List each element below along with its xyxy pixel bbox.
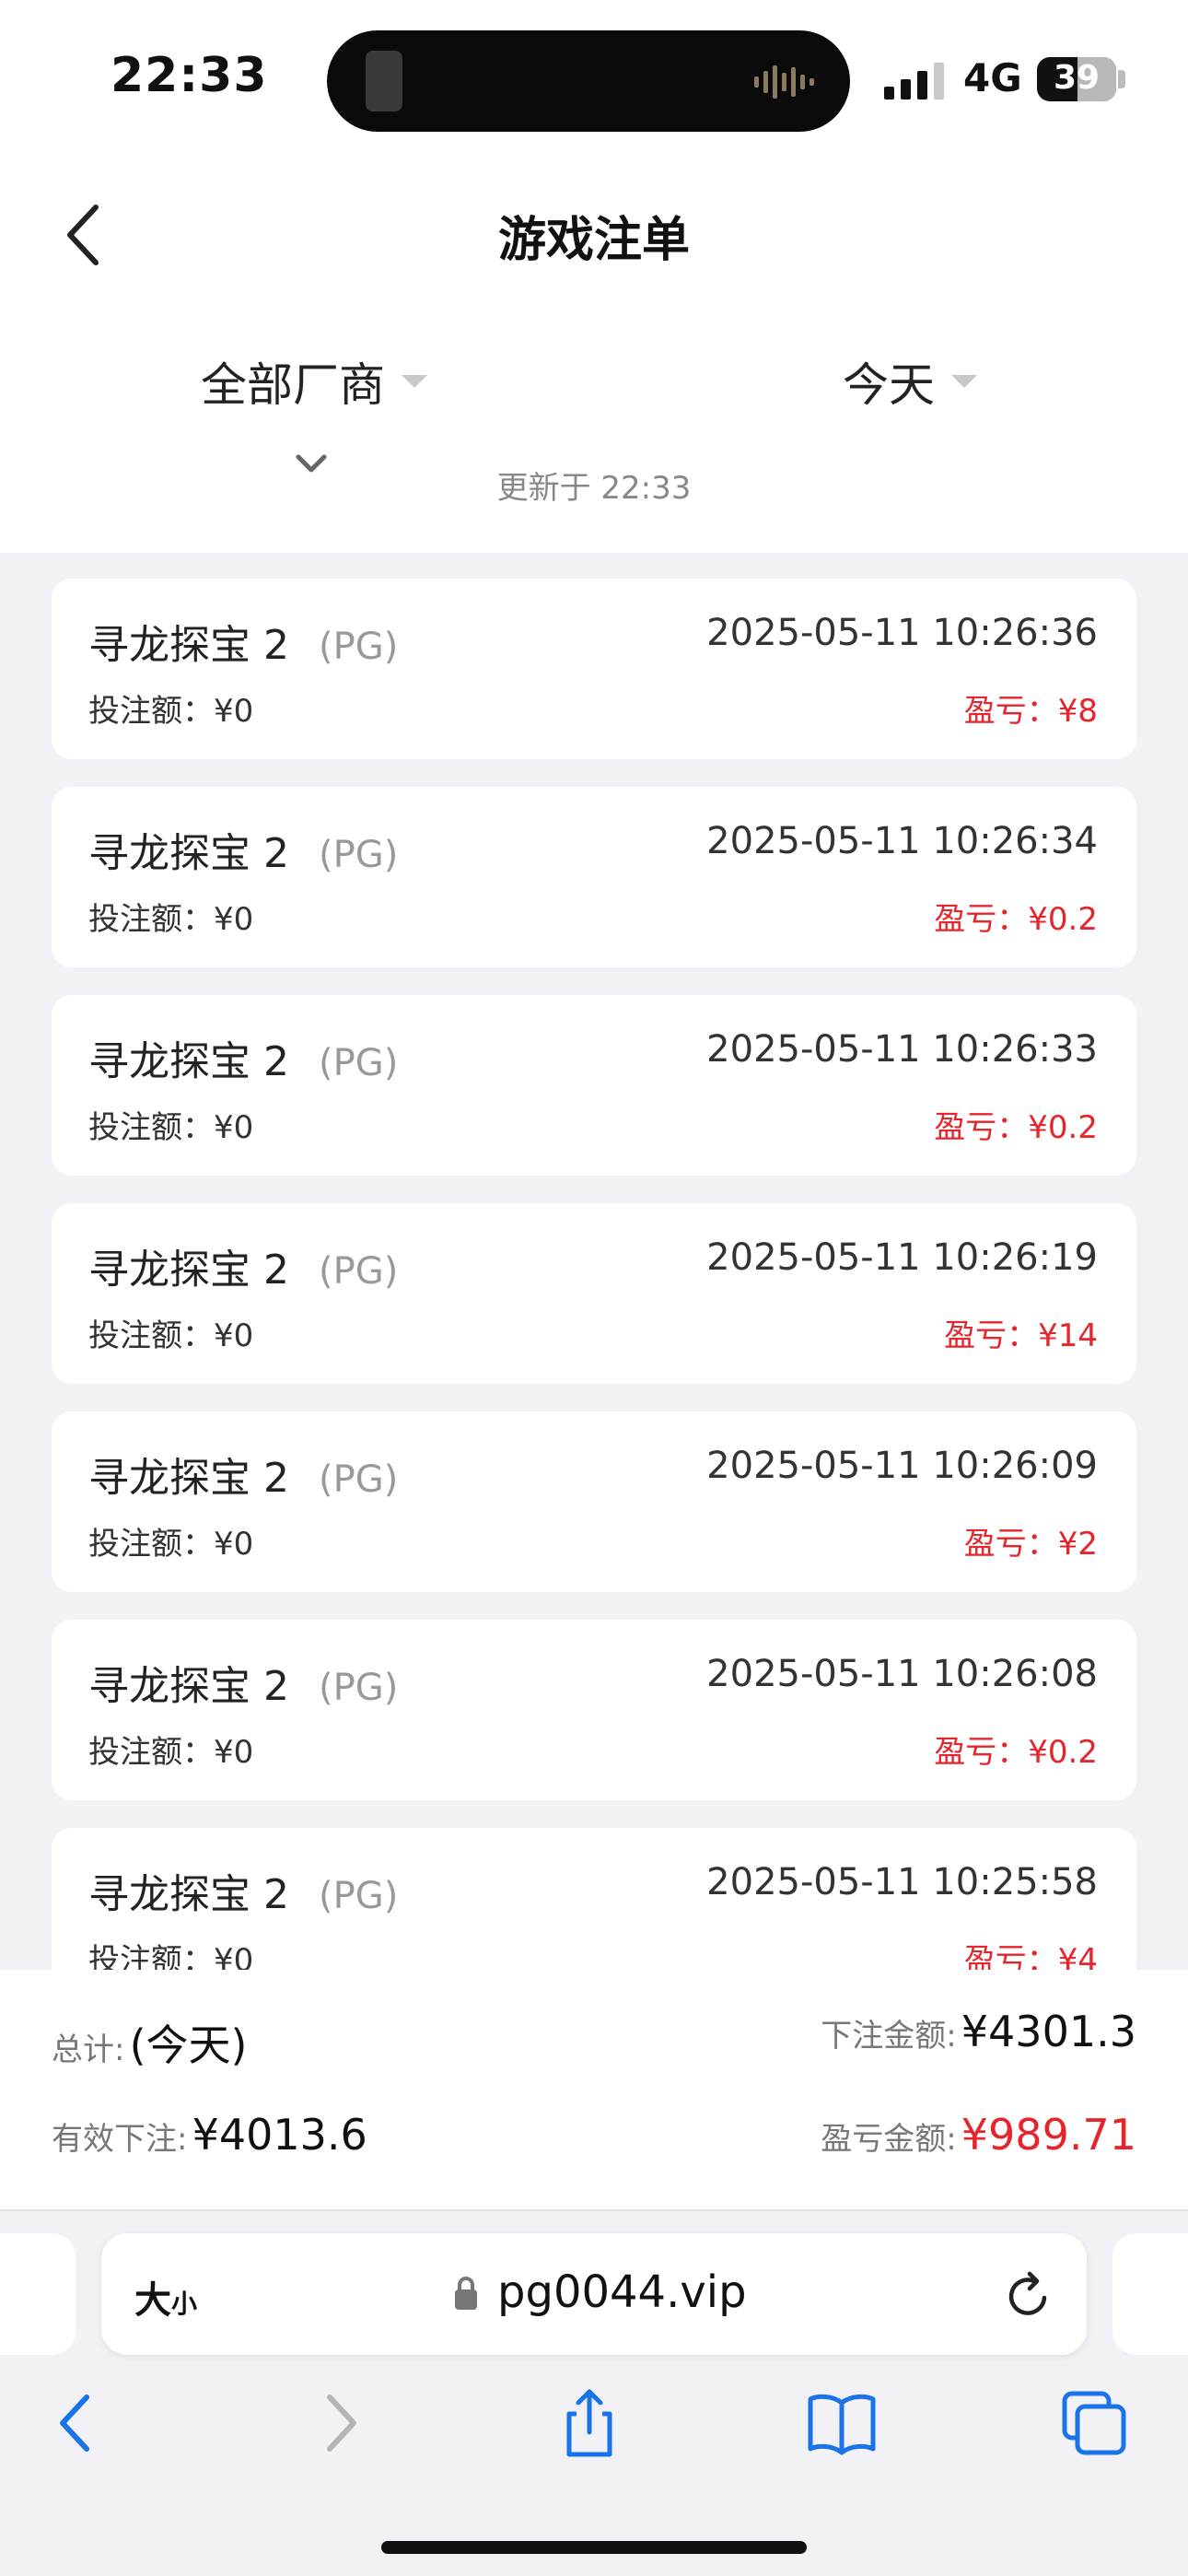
bet-amount: 投注额：¥0 — [88, 1942, 254, 1970]
bet-card[interactable]: 寻龙探宝 2 (PG) 2025-05-11 10:26:19 投注额：¥0 盈亏… — [52, 1203, 1136, 1384]
audio-wave-icon — [754, 65, 814, 99]
bet-card[interactable]: 寻龙探宝 2 (PG) 2025-05-11 10:26:33 投注额：¥0 盈亏… — [52, 995, 1136, 1176]
tabs-icon[interactable] — [1057, 2386, 1131, 2460]
bet-card[interactable]: 寻龙探宝 2 (PG) 2025-05-11 10:26:08 投注额：¥0 盈亏… — [52, 1620, 1136, 1800]
bet-profit-loss: 盈亏：¥0.2 — [934, 901, 1098, 938]
game-vendor: (PG) — [318, 626, 399, 668]
bet-amount: 投注额：¥0 — [88, 1734, 254, 1771]
game-name-wrap: 寻龙探宝 2 (PG) — [88, 1861, 398, 1920]
game-name: 寻龙探宝 2 — [88, 622, 289, 669]
page-title: 游戏注单 — [497, 213, 690, 268]
previous-tab-preview[interactable] — [0, 2233, 76, 2355]
game-name: 寻龙探宝 2 — [88, 1247, 289, 1294]
status-time: 22:33 — [111, 48, 268, 103]
bet-card[interactable]: 寻龙探宝 2 (PG) 2025-05-11 10:25:58 投注额：¥0 盈亏… — [52, 1828, 1136, 1970]
bet-time: 2025-05-11 10:25:58 — [706, 1861, 1098, 1903]
lock-icon — [455, 2277, 477, 2310]
cellular-signal-icon — [884, 63, 944, 100]
summary-panel: 总计: (今天) 下注金额: ¥4301.3 有效下注: ¥4013.6 盈亏金… — [0, 1970, 1188, 2211]
bookmarks-icon[interactable] — [805, 2386, 879, 2460]
summary-valid-bet: 有效下注: ¥4013.6 — [52, 2110, 367, 2160]
summary-total-label: 总计: — [52, 2032, 125, 2068]
bet-amount: 投注额：¥0 — [88, 901, 254, 938]
game-name-wrap: 寻龙探宝 2 (PG) — [88, 1028, 398, 1087]
bet-profit-loss: 盈亏：¥2 — [963, 1526, 1098, 1563]
summary-valid-value: ¥4013.6 — [192, 2110, 367, 2160]
bet-amount: 投注额：¥0 — [88, 1109, 254, 1146]
summary-bet-label: 下注金额: — [821, 2018, 957, 2055]
bet-profit-loss: 盈亏：¥14 — [944, 1317, 1098, 1354]
bet-list[interactable]: 寻龙探宝 2 (PG) 2025-05-11 10:26:36 投注额：¥0 盈亏… — [0, 553, 1188, 1970]
battery-tip — [1118, 70, 1125, 88]
game-name-wrap: 寻龙探宝 2 (PG) — [88, 1445, 398, 1504]
summary-profit-loss: 盈亏金额: ¥989.71 — [821, 2110, 1136, 2160]
vendor-filter-dropdown[interactable]: 全部厂商 — [201, 348, 427, 415]
bet-time: 2025-05-11 10:26:09 — [706, 1445, 1098, 1487]
game-vendor: (PG) — [318, 1250, 399, 1293]
reload-icon[interactable] — [1004, 2268, 1054, 2322]
bet-time: 2025-05-11 10:26:36 — [706, 612, 1098, 654]
address-bar[interactable]: 大小 pg0044.vip — [101, 2233, 1087, 2355]
bet-profit-loss: 盈亏：¥0.2 — [934, 1734, 1098, 1771]
game-name: 寻龙探宝 2 — [88, 1871, 289, 1918]
vendor-filter-label: 全部厂商 — [201, 358, 385, 412]
next-tab-preview[interactable] — [1112, 2233, 1188, 2355]
game-name: 寻龙探宝 2 — [88, 830, 289, 877]
game-name-wrap: 寻龙探宝 2 (PG) — [88, 612, 398, 671]
summary-bet-amount: 下注金额: ¥4301.3 — [821, 2007, 1136, 2056]
game-name: 寻龙探宝 2 — [88, 1038, 289, 1085]
caret-down-icon — [951, 375, 977, 388]
bet-time: 2025-05-11 10:26:34 — [706, 820, 1098, 862]
summary-pnl-label: 盈亏金额: — [821, 2121, 957, 2158]
game-vendor: (PG) — [318, 1042, 399, 1084]
bet-amount: 投注额：¥0 — [88, 693, 254, 730]
summary-bet-value: ¥4301.3 — [961, 2007, 1136, 2056]
battery-icon: 39 — [1037, 57, 1116, 101]
share-icon[interactable] — [553, 2386, 626, 2460]
summary-pnl-value: ¥989.71 — [961, 2110, 1136, 2160]
text-size-small: 小 — [171, 2289, 198, 2319]
home-indicator[interactable] — [381, 2541, 807, 2554]
caret-down-icon — [402, 375, 427, 388]
game-name: 寻龙探宝 2 — [88, 1455, 289, 1502]
bet-card[interactable]: 寻龙探宝 2 (PG) 2025-05-11 10:26:09 投注额：¥0 盈亏… — [52, 1411, 1136, 1592]
bet-card[interactable]: 寻龙探宝 2 (PG) 2025-05-11 10:26:34 投注额：¥0 盈亏… — [52, 787, 1136, 967]
live-activity-thumbnail — [366, 51, 402, 111]
updated-time: 更新于 22:33 — [496, 470, 692, 507]
bet-card[interactable]: 寻龙探宝 2 (PG) 2025-05-11 10:26:36 投注额：¥0 盈亏… — [52, 579, 1136, 759]
game-name: 寻龙探宝 2 — [88, 1663, 289, 1710]
bet-time: 2025-05-11 10:26:08 — [706, 1653, 1098, 1695]
game-vendor: (PG) — [318, 834, 399, 876]
network-type: 4G — [963, 55, 1022, 100]
bet-profit-loss: 盈亏：¥8 — [963, 693, 1098, 730]
bet-time: 2025-05-11 10:26:19 — [706, 1236, 1098, 1279]
date-filter-label: 今天 — [843, 358, 935, 412]
bet-profit-loss: 盈亏：¥4 — [963, 1942, 1098, 1970]
summary-total: 总计: (今天) — [52, 2012, 247, 2073]
game-vendor: (PG) — [318, 1667, 399, 1709]
bet-time: 2025-05-11 10:26:33 — [706, 1028, 1098, 1071]
bet-profit-loss: 盈亏：¥0.2 — [934, 1109, 1098, 1146]
dynamic-island — [327, 30, 850, 132]
battery-level: 39 — [1053, 59, 1101, 97]
game-name-wrap: 寻龙探宝 2 (PG) — [88, 1653, 398, 1712]
summary-valid-label: 有效下注: — [52, 2121, 188, 2158]
game-name-wrap: 寻龙探宝 2 (PG) — [88, 1236, 398, 1295]
game-vendor: (PG) — [318, 1875, 399, 1917]
date-filter-dropdown[interactable]: 今天 — [843, 348, 977, 415]
browser-forward-icon[interactable] — [300, 2386, 374, 2460]
bet-amount: 投注额：¥0 — [88, 1526, 254, 1563]
browser-back-icon[interactable] — [42, 2386, 116, 2460]
game-name-wrap: 寻龙探宝 2 (PG) — [88, 820, 398, 879]
url-text: pg0044.vip — [497, 2266, 747, 2318]
text-size-large: 大 — [134, 2279, 171, 2322]
browser-toolbar: 大小 pg0044.vip — [0, 2211, 1188, 2576]
status-bar: 22:33 4G 39 — [0, 0, 1188, 157]
bet-amount: 投注额：¥0 — [88, 1317, 254, 1354]
text-size-button[interactable]: 大小 — [134, 2270, 197, 2324]
summary-period: (今天) — [129, 2020, 248, 2070]
game-vendor: (PG) — [318, 1458, 399, 1501]
